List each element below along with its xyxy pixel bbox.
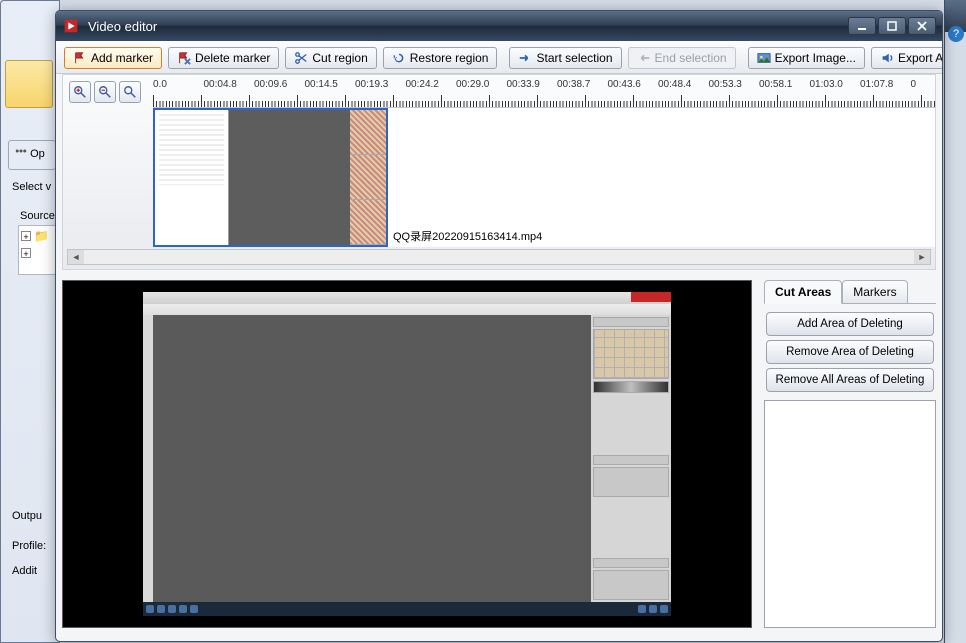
tree-expand-icon[interactable]: + bbox=[21, 231, 31, 241]
add-marker-label: Add marker bbox=[91, 51, 153, 65]
background-source-tree[interactable]: + 📁 + bbox=[18, 225, 58, 275]
zoom-out-button[interactable] bbox=[94, 81, 116, 103]
tab-markers-label: Markers bbox=[853, 285, 896, 299]
right-side-panel: Cut Areas Markers Add Area of Deleting R… bbox=[764, 280, 936, 628]
end-selection-button: End selection bbox=[628, 47, 736, 69]
background-addit-label: Addit bbox=[12, 565, 37, 577]
ruler-tick-label: 0.0 bbox=[153, 79, 167, 90]
side-tabs: Cut Areas Markers bbox=[764, 280, 936, 304]
background-source-label: Source bbox=[20, 210, 55, 222]
close-button[interactable] bbox=[908, 17, 936, 35]
arrow-right-icon bbox=[518, 51, 532, 65]
clip-thumbnail-right bbox=[350, 110, 386, 245]
delete-marker-label: Delete marker bbox=[195, 51, 270, 65]
export-audio-button[interactable]: Export Audio... bbox=[871, 47, 943, 69]
timeline-ruler[interactable]: 0.000:04.800:09.600:14.500:19.300:24.200… bbox=[153, 79, 935, 107]
side-panel-buttons: Add Area of Deleting Remove Area of Dele… bbox=[764, 304, 936, 400]
ruler-tick-label: 0 bbox=[911, 79, 917, 90]
export-image-button[interactable]: Export Image... bbox=[748, 47, 865, 69]
add-marker-button[interactable]: Add marker bbox=[64, 47, 162, 69]
background-select-label: Select v bbox=[12, 181, 51, 193]
ruler-tick-label: 00:19.3 bbox=[355, 79, 388, 90]
ruler-tick-label: 00:29.0 bbox=[456, 79, 489, 90]
remove-all-areas-button[interactable]: Remove All Areas of Deleting bbox=[766, 368, 934, 392]
window-title: Video editor bbox=[88, 19, 848, 34]
background-output-label: Outpu bbox=[12, 510, 42, 522]
background-app-thumbnail bbox=[5, 60, 53, 108]
scroll-left-icon[interactable]: ◄ bbox=[68, 250, 84, 264]
lower-area: Cut Areas Markers Add Area of Deleting R… bbox=[62, 280, 936, 628]
preview-frame-content bbox=[143, 292, 671, 616]
cut-areas-list[interactable] bbox=[764, 400, 936, 628]
image-icon bbox=[757, 51, 771, 65]
export-image-label: Export Image... bbox=[775, 51, 856, 65]
app-icon bbox=[62, 17, 80, 35]
restore-icon bbox=[392, 51, 406, 65]
cut-region-label: Cut region bbox=[312, 51, 367, 65]
flag-icon bbox=[73, 51, 87, 65]
ruler-tick-label: 00:24.2 bbox=[406, 79, 439, 90]
titlebar[interactable]: Video editor bbox=[56, 11, 942, 41]
ruler-tick-label: 01:07.8 bbox=[860, 79, 893, 90]
video-clip[interactable] bbox=[153, 108, 388, 247]
flag-x-icon bbox=[177, 51, 191, 65]
add-area-button[interactable]: Add Area of Deleting bbox=[766, 312, 934, 336]
ruler-tick-label: 00:48.4 bbox=[658, 79, 691, 90]
start-selection-label: Start selection bbox=[536, 51, 612, 65]
remove-all-areas-label: Remove All Areas of Deleting bbox=[776, 374, 925, 386]
timeline-scrollbar[interactable]: ◄ ► bbox=[67, 249, 931, 265]
background-options-label: Op bbox=[30, 148, 45, 160]
window-controls bbox=[848, 17, 936, 35]
ruler-tick-label: 00:33.9 bbox=[507, 79, 540, 90]
delete-marker-button[interactable]: Delete marker bbox=[168, 47, 279, 69]
background-options-button[interactable]: Op bbox=[8, 140, 56, 170]
main-toolbar: Add marker Delete marker Cut region Rest… bbox=[56, 41, 942, 74]
clip-filename: QQ录屏20220915163414.mp4 bbox=[393, 228, 542, 244]
tab-cut-areas-label: Cut Areas bbox=[775, 285, 831, 299]
tree-expand-icon[interactable]: + bbox=[21, 248, 31, 258]
end-selection-label: End selection bbox=[655, 51, 727, 65]
clip-track[interactable]: QQ录屏20220915163414.mp4 bbox=[153, 107, 935, 247]
tab-cut-areas[interactable]: Cut Areas bbox=[764, 280, 842, 304]
ruler-tick-label: 00:58.1 bbox=[759, 79, 792, 90]
arrow-left-icon bbox=[637, 51, 651, 65]
export-audio-label: Export Audio... bbox=[898, 51, 943, 65]
minimize-button[interactable] bbox=[848, 17, 876, 35]
video-preview-pane[interactable] bbox=[62, 280, 752, 628]
ruler-tick-label: 01:03.0 bbox=[810, 79, 843, 90]
zoom-reset-button[interactable] bbox=[119, 81, 141, 103]
background-profile-label: Profile: bbox=[12, 540, 46, 552]
video-editor-window: Video editor Add marker Delete marker Cu… bbox=[55, 10, 943, 642]
cut-region-button[interactable]: Cut region bbox=[285, 47, 376, 69]
start-selection-button[interactable]: Start selection bbox=[509, 47, 621, 69]
ruler-tick-label: 00:09.6 bbox=[254, 79, 287, 90]
audio-icon bbox=[880, 51, 894, 65]
restore-region-button[interactable]: Restore region bbox=[383, 47, 498, 69]
scroll-right-icon[interactable]: ► bbox=[914, 250, 930, 264]
help-icon[interactable]: ? bbox=[948, 26, 964, 42]
restore-region-label: Restore region bbox=[410, 51, 489, 65]
timeline-area: 0.000:04.800:09.600:14.500:19.300:24.200… bbox=[62, 74, 936, 270]
folder-icon: 📁 bbox=[34, 229, 48, 243]
ruler-tick-label: 00:38.7 bbox=[557, 79, 590, 90]
background-right-window-edge: ? bbox=[944, 0, 966, 643]
tab-markers[interactable]: Markers bbox=[842, 280, 907, 303]
scissors-icon bbox=[294, 51, 308, 65]
ruler-tick-label: 00:04.8 bbox=[204, 79, 237, 90]
ruler-ticks bbox=[153, 95, 935, 107]
zoom-in-button[interactable] bbox=[69, 81, 91, 103]
clip-thumbnail-middle bbox=[229, 110, 350, 245]
ruler-tick-label: 00:43.6 bbox=[608, 79, 641, 90]
clip-thumbnail-left bbox=[155, 110, 229, 245]
remove-area-label: Remove Area of Deleting bbox=[786, 346, 914, 358]
maximize-button[interactable] bbox=[878, 17, 906, 35]
remove-area-button[interactable]: Remove Area of Deleting bbox=[766, 340, 934, 364]
add-area-label: Add Area of Deleting bbox=[797, 318, 903, 330]
zoom-controls bbox=[69, 81, 141, 103]
ruler-tick-label: 00:53.3 bbox=[709, 79, 742, 90]
ruler-tick-label: 00:14.5 bbox=[305, 79, 338, 90]
